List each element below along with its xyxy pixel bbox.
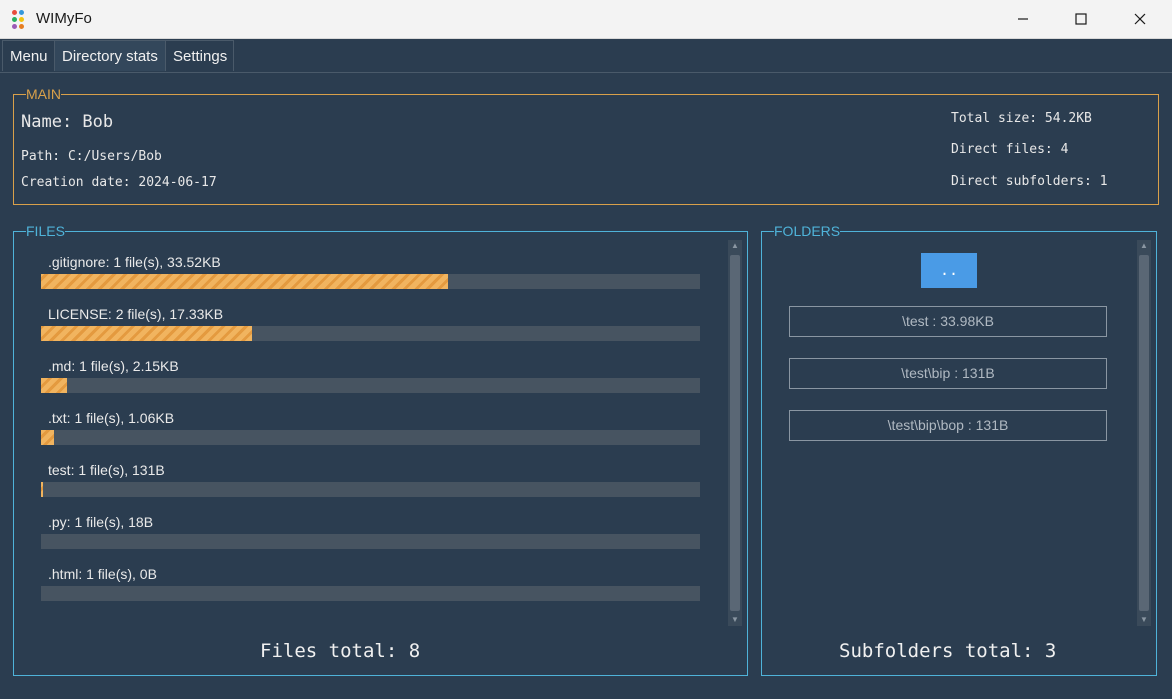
folders-legend: FOLDERS — [774, 223, 841, 239]
file-size-bar — [41, 274, 700, 289]
file-size-bar-fill — [41, 482, 43, 497]
directory-path: Path: C:/Users/Bob — [21, 149, 162, 164]
direct-files: Direct files: 4 — [951, 142, 1069, 157]
close-button[interactable] — [1117, 0, 1163, 38]
file-type-label: test: 1 file(s), 131B — [48, 462, 165, 478]
folder-button-test[interactable]: \test : 33.98KB — [789, 306, 1107, 337]
folder-button-test-bip[interactable]: \test\bip : 131B — [789, 358, 1107, 389]
folders-scrollbar[interactable]: ▲ ▼ — [1137, 240, 1151, 626]
minimize-button[interactable] — [1000, 0, 1046, 38]
file-type-label: .md: 1 file(s), 2.15KB — [48, 358, 179, 374]
file-size-bar — [41, 326, 700, 341]
tab-directory-stats[interactable]: Directory stats — [54, 40, 166, 71]
scroll-up-arrow-icon[interactable]: ▲ — [728, 240, 742, 252]
file-type-label: .html: 1 file(s), 0B — [48, 566, 157, 582]
file-size-bar — [41, 378, 700, 393]
file-type-label: .py: 1 file(s), 18B — [48, 514, 154, 530]
files-legend: FILES — [26, 223, 65, 239]
file-size-bar — [41, 482, 700, 497]
folders-scroll-thumb[interactable] — [1139, 255, 1149, 611]
file-size-bar — [41, 586, 700, 601]
directory-name: Name: Bob — [21, 112, 114, 132]
files-panel: FILES — [13, 223, 748, 676]
files-scrollbar[interactable]: ▲ ▼ — [728, 240, 742, 626]
minimize-icon — [1018, 18, 1028, 20]
file-type-label: .txt: 1 file(s), 1.06KB — [48, 410, 175, 426]
file-size-bar-fill — [41, 430, 54, 445]
files-total: Files total: 8 — [260, 640, 421, 662]
app-dots-icon — [11, 9, 31, 29]
file-type-label: .gitignore: 1 file(s), 33.52KB — [48, 254, 221, 270]
parent-folder-button[interactable]: .. — [921, 253, 977, 288]
file-type-label: LICENSE: 2 file(s), 17.33KB — [48, 306, 224, 322]
tab-menu[interactable]: Menu — [2, 40, 55, 71]
scroll-down-arrow-icon[interactable]: ▼ — [1137, 614, 1151, 626]
file-size-bar — [41, 534, 700, 549]
scroll-up-arrow-icon[interactable]: ▲ — [1137, 240, 1151, 252]
close-icon — [1134, 13, 1146, 25]
window-title: WIMyFo — [36, 10, 92, 27]
maximize-button[interactable] — [1058, 0, 1104, 38]
creation-date: Creation date: 2024-06-17 — [21, 175, 217, 190]
main-legend: MAIN — [26, 86, 61, 102]
folder-button-test-bip-bop[interactable]: \test\bip\bop : 131B — [789, 410, 1107, 441]
total-size: Total size: 54.2KB — [951, 111, 1092, 126]
folders-panel: FOLDERS — [761, 223, 1157, 676]
files-scroll-thumb[interactable] — [730, 255, 740, 611]
subfolders-total: Subfolders total: 3 — [839, 640, 1057, 662]
scroll-down-arrow-icon[interactable]: ▼ — [728, 614, 742, 626]
tab-bar: Menu Directory stats Settings — [0, 39, 1172, 73]
file-size-bar-fill — [41, 274, 448, 289]
tab-settings[interactable]: Settings — [165, 40, 234, 71]
direct-subfolders: Direct subfolders: 1 — [951, 174, 1108, 189]
title-bar: WIMyFo — [0, 0, 1172, 39]
file-size-bar — [41, 430, 700, 445]
file-size-bar-fill — [41, 378, 67, 393]
maximize-icon — [1075, 13, 1087, 25]
file-size-bar-fill — [41, 326, 252, 341]
